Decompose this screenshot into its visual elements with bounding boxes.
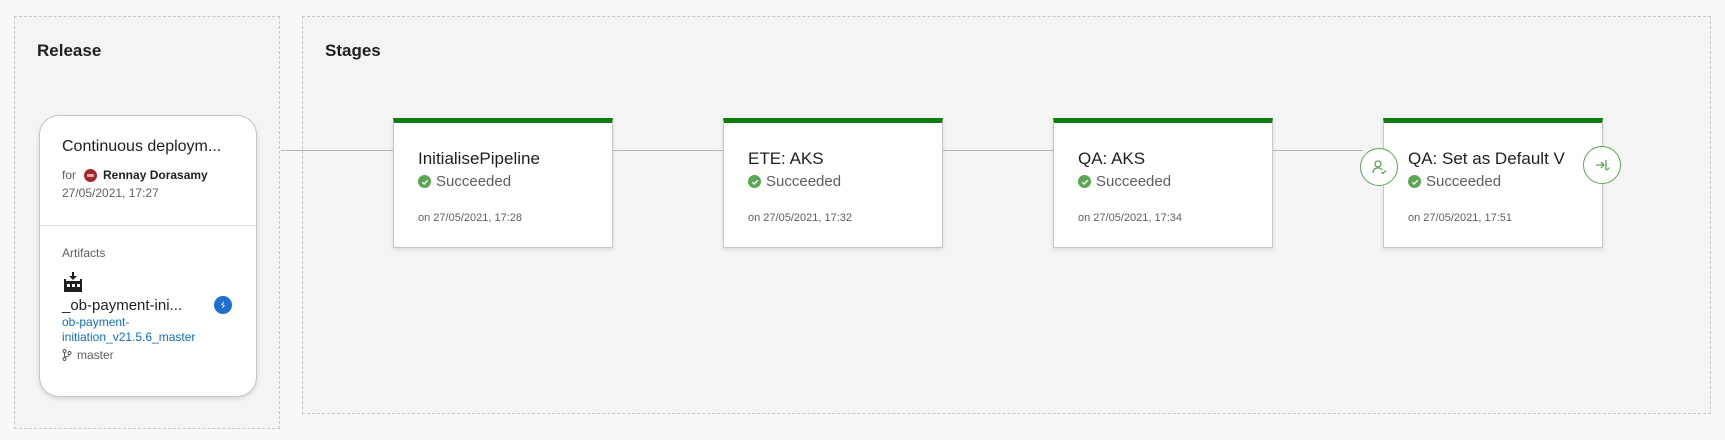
artifact-version-link[interactable]: ob-payment-initiation_v21.5.6_master <box>62 315 232 345</box>
succeeded-icon <box>418 175 431 188</box>
stage-status-label: Succeeded <box>766 173 842 190</box>
stage-name: QA: AKS <box>1078 149 1146 168</box>
stage-name: InitialisePipeline <box>418 149 540 168</box>
requester-name: Rennay Dorasamy <box>103 168 208 182</box>
git-branch-icon <box>62 349 72 361</box>
stage-card-initialisepipeline[interactable]: InitialisePipeline Succeeded on 27/05/20… <box>393 118 613 248</box>
succeeded-icon <box>1078 175 1091 188</box>
artifact-row: _ob-payment-ini... <box>62 296 236 314</box>
for-label: for <box>62 168 77 182</box>
avatar <box>84 168 98 182</box>
release-requester: for Rennay Dorasamy <box>62 168 236 182</box>
stage-status-label: Succeeded <box>436 173 512 190</box>
release-card-header: Continuous deploym... for Rennay Dorasam… <box>40 116 256 226</box>
stages-heading: Stages <box>325 41 381 60</box>
release-panel: Release Continuous deploym... for Rennay… <box>14 16 280 429</box>
stage-card-ete-aks[interactable]: ETE: AKS Succeeded on 27/05/2021, 17:32 <box>723 118 943 248</box>
stage-card-qa-set-as-default[interactable]: QA: Set as Default V Succeeded on 27/05/… <box>1383 118 1603 248</box>
connector-line <box>281 150 393 151</box>
stage-status-label: Succeeded <box>1096 173 1172 190</box>
stage-card-qa-aks[interactable]: QA: AKS Succeeded on 27/05/2021, 17:34 <box>1053 118 1273 248</box>
stage-time: on 27/05/2021, 17:28 <box>418 212 522 224</box>
pre-deployment-approval-icon[interactable] <box>1360 148 1398 186</box>
post-deployment-gate-icon[interactable] <box>1583 146 1621 184</box>
stage-time: on 27/05/2021, 17:51 <box>1408 212 1512 224</box>
stage-status: Succeeded <box>418 173 612 190</box>
release-card[interactable]: Continuous deploym... for Rennay Dorasam… <box>39 115 257 397</box>
release-date: 27/05/2021, 17:27 <box>62 186 159 200</box>
succeeded-icon <box>748 175 761 188</box>
succeeded-icon <box>1408 175 1421 188</box>
release-name[interactable]: Continuous deploym... <box>62 138 236 156</box>
stage-status-label: Succeeded <box>1426 173 1502 190</box>
artifact-name[interactable]: _ob-payment-ini... <box>62 297 182 314</box>
connector-line <box>943 150 1053 151</box>
artifact-build-icon <box>64 272 82 292</box>
artifacts-label: Artifacts <box>62 246 106 260</box>
stage-status: Succeeded <box>1078 173 1272 190</box>
stage-status: Succeeded <box>748 173 942 190</box>
azure-repos-badge-icon <box>214 296 232 314</box>
branch-name: master <box>77 348 114 362</box>
release-heading: Release <box>37 41 102 60</box>
artifacts-section: Artifacts _ob-payment-ini... ob-payment-… <box>40 226 256 362</box>
stage-status: Succeeded <box>1408 173 1602 190</box>
stage-time: on 27/05/2021, 17:34 <box>1078 212 1182 224</box>
stage-time: on 27/05/2021, 17:32 <box>748 212 852 224</box>
artifact-branch: master <box>62 348 236 362</box>
connector-line <box>613 150 723 151</box>
stage-name: ETE: AKS <box>748 149 824 168</box>
stage-name: QA: Set as Default V <box>1408 149 1565 168</box>
connector-line <box>1273 150 1363 151</box>
